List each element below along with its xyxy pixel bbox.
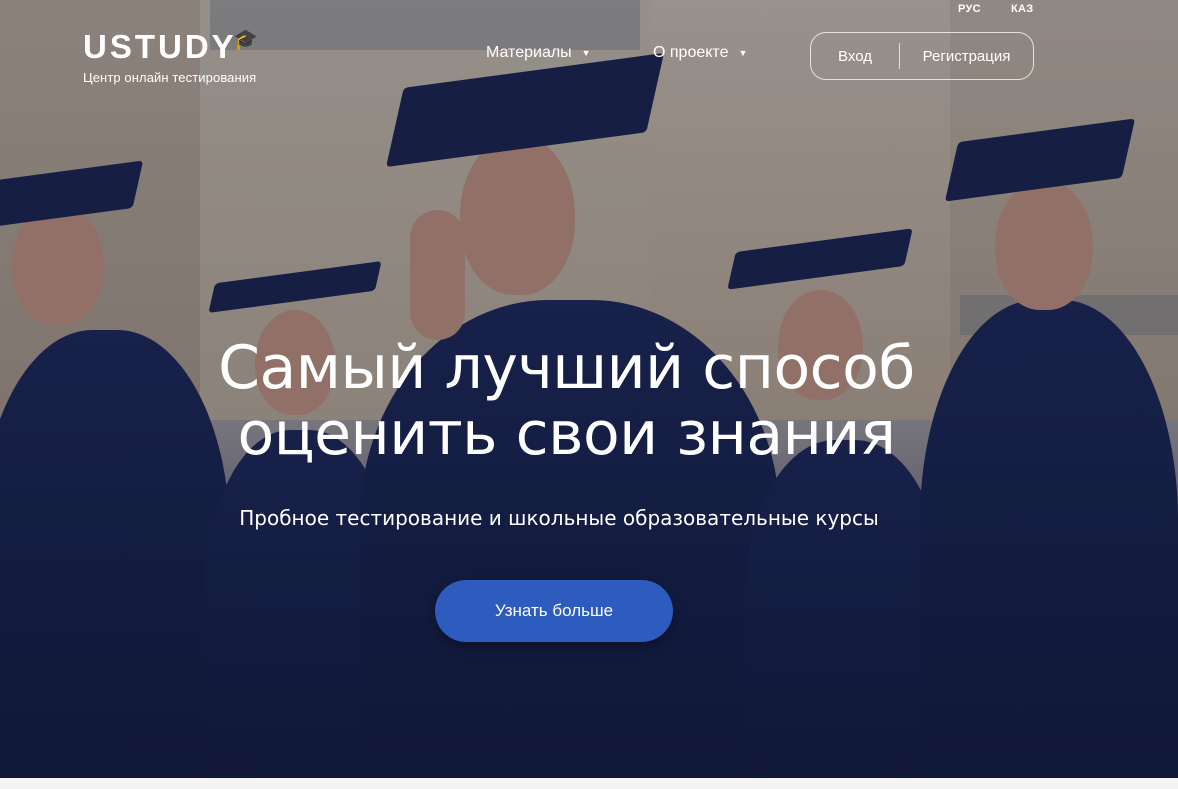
nav-about[interactable]: О проекте ▼	[653, 44, 747, 62]
lang-kz-link[interactable]: КАЗ	[1011, 3, 1033, 15]
page-bottom-strip	[0, 778, 1178, 789]
hero-headline-line-1: Самый лучший способ	[218, 333, 915, 403]
login-button[interactable]: Вход	[811, 48, 899, 65]
chevron-down-icon: ▼	[738, 48, 748, 58]
register-button[interactable]: Регистрация	[900, 48, 1033, 65]
logo-tagline: Центр онлайн тестирования	[83, 70, 257, 85]
graduation-cap-icon: 🎓	[233, 27, 258, 51]
logo-name: USTUDY	[83, 28, 237, 65]
hero-subtitle: Пробное тестирование и школьные образова…	[239, 506, 879, 530]
nav-materials-label: Материалы	[486, 44, 572, 61]
nav-about-label: О проекте	[653, 44, 729, 61]
site-logo[interactable]: USTUDY 🎓 Центр онлайн тестирования	[83, 27, 258, 85]
hero-headline-line-2: оценить свои знания	[237, 399, 896, 469]
chevron-down-icon: ▼	[581, 48, 591, 58]
hero-headline: Самый лучший способ оценить свои знания	[0, 335, 1178, 467]
learn-more-button[interactable]: Узнать больше	[435, 580, 673, 642]
lang-ru-link[interactable]: РУС	[958, 3, 981, 15]
nav-materials[interactable]: Материалы ▼	[486, 44, 591, 62]
auth-box: Вход Регистрация	[810, 32, 1034, 80]
